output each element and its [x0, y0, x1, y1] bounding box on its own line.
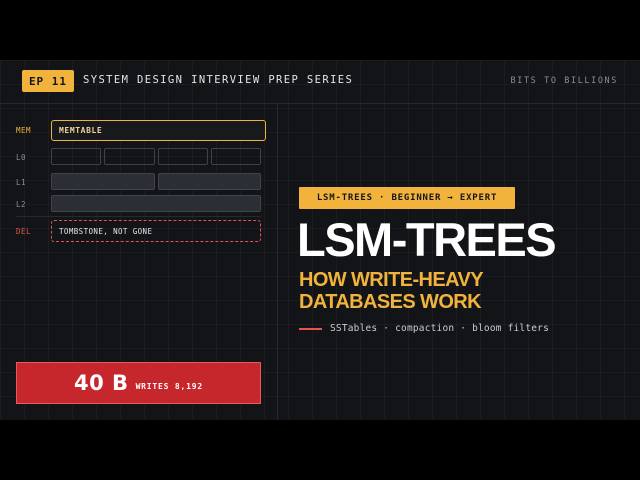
level-label-del: DEL [16, 227, 32, 236]
topics-accent-rule [299, 328, 322, 330]
hero-title: LSM-TREES [297, 213, 557, 266]
memtable-box: MEMTABLE [51, 120, 266, 141]
sstable-l0-2 [104, 148, 155, 165]
series-title: SYSTEM DESIGN INTERVIEW PREP SERIES [83, 74, 354, 86]
memtable-label: MEMTABLE [59, 126, 103, 135]
header-bar: EP 11 SYSTEM DESIGN INTERVIEW PREP SERIE… [0, 60, 640, 104]
stat-caption: WRITES 8,192 [135, 381, 203, 391]
thumbnail-frame: EP 11 SYSTEM DESIGN INTERVIEW PREP SERIE… [0, 60, 640, 420]
stat-box: 40 B WRITES 8,192 [16, 362, 261, 404]
panel-divider [277, 104, 278, 420]
sstable-l0-1 [51, 148, 101, 165]
topic-tag: LSM-TREES · BEGINNER → EXPERT [299, 187, 515, 209]
topics-list: SSTables · compaction · bloom filters [330, 323, 550, 334]
sstable-l0-4 [211, 148, 261, 165]
sstable-l0-3 [158, 148, 208, 165]
tombstone-label: TOMBSTONE, NOT GONE [59, 226, 153, 236]
hero-subtitle-line-1: HOW WRITE-HEAVY [299, 269, 484, 291]
sstable-l1-2 [158, 173, 261, 190]
brand-label: BITS TO BILLIONS [510, 76, 618, 86]
level-label-l0: L0 [16, 153, 27, 162]
episode-badge: EP 11 [22, 70, 74, 92]
tombstone-box: TOMBSTONE, NOT GONE [51, 220, 261, 242]
level-label-l1: L1 [16, 178, 27, 187]
sstable-l1-1 [51, 173, 155, 190]
hero-subtitle-line-2: DATABASES WORK [299, 291, 482, 313]
level-label-mem: MEM [16, 126, 32, 135]
stat-value: 40 B [74, 371, 129, 395]
hero-subtitle: HOW WRITE-HEAVY DATABASES WORK [299, 269, 539, 313]
sstable-l2-1 [51, 195, 261, 212]
level-label-l2: L2 [16, 200, 27, 209]
level-separator [16, 216, 261, 217]
